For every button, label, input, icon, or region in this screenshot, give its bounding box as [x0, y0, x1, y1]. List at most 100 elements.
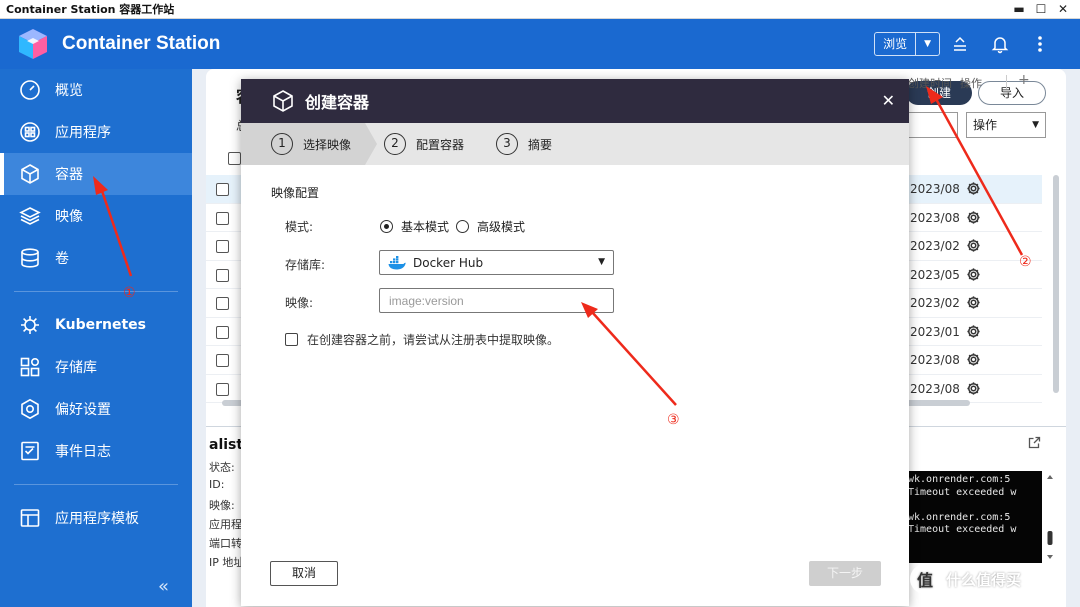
open-external-icon[interactable] — [1028, 436, 1041, 452]
sidebar-item-volumes[interactable]: 卷 — [0, 237, 192, 279]
step-select-image: 1 选择映像 — [271, 133, 351, 155]
sidebar-item-label: 卷 — [55, 251, 69, 267]
gear-icon[interactable] — [966, 267, 981, 285]
bell-icon[interactable] — [980, 34, 1020, 54]
browse-dropdown[interactable]: 浏览 ▼ — [874, 32, 940, 56]
actions-dropdown[interactable]: 操作 ▼ — [966, 112, 1046, 138]
row-created-date: 2023/02 — [910, 239, 960, 253]
close-icon[interactable]: ✕ — [882, 91, 895, 110]
radio-unselected-icon — [456, 220, 469, 233]
container-station-logo-icon — [16, 27, 50, 61]
tasks-icon[interactable] — [940, 34, 980, 54]
template-icon — [18, 506, 42, 530]
sidebar-item-event-log[interactable]: 事件日志 — [0, 430, 192, 472]
sidebar-item-app-templates[interactable]: 应用程序模板 — [0, 497, 192, 539]
column-header-created[interactable]: 创建时间 — [908, 75, 952, 91]
row-created-date: 2023/02 — [910, 296, 960, 310]
collapse-sidebar-icon[interactable]: « — [158, 576, 169, 597]
step-label: 选择映像 — [303, 137, 352, 152]
minimize-button[interactable]: ▬ — [1008, 2, 1030, 16]
mode-label: 模式: — [285, 220, 314, 234]
detail-label-image: 映像: — [209, 499, 235, 512]
import-button[interactable]: 导入 — [978, 81, 1046, 105]
layers-icon — [18, 204, 42, 228]
section-title: 映像配置 — [271, 186, 320, 200]
sidebar-item-label: 偏好设置 — [55, 402, 111, 418]
dialog-title: 创建容器 — [305, 93, 370, 112]
sidebar-item-containers[interactable]: 容器 — [0, 153, 192, 195]
row-checkbox[interactable] — [216, 240, 229, 253]
app-name: Container Station — [62, 33, 221, 54]
step-label: 摘要 — [528, 137, 553, 152]
gear-icon[interactable] — [966, 295, 981, 313]
row-checkbox[interactable] — [216, 325, 229, 339]
sidebar-item-images[interactable]: 映像 — [0, 195, 192, 237]
sidebar-item-label: 存储库 — [55, 360, 97, 376]
dialog-header: 创建容器 ✕ — [241, 79, 909, 123]
more-vertical-icon[interactable] — [1020, 34, 1060, 54]
cube-icon — [271, 89, 295, 113]
sidebar-item-label: 应用程序 — [55, 125, 111, 141]
row-checkbox[interactable] — [216, 297, 229, 310]
actions-label: 操作 — [973, 118, 998, 132]
gear-icon[interactable] — [966, 181, 981, 199]
apps-icon — [18, 120, 42, 144]
select-all-checkbox[interactable] — [228, 152, 241, 165]
docker-icon — [388, 255, 406, 270]
row-created-date: 2023/08 — [910, 381, 960, 396]
registry-select[interactable]: Docker Hub ▼ — [379, 250, 614, 275]
mode-advanced-radio[interactable]: 高级模式 — [456, 218, 525, 235]
pull-image-checkbox[interactable]: 在创建容器之前，请尝试从注册表中提取映像。 — [285, 331, 559, 348]
sidebar-item-label: Kubernetes — [55, 317, 146, 333]
row-created-date: 2023/08 — [910, 182, 960, 196]
add-column-button[interactable]: + — [1018, 72, 1030, 88]
radio-label: 基本模式 — [401, 220, 450, 234]
watermark-text: 什么值得买 — [946, 570, 1022, 589]
row-checkbox[interactable] — [216, 268, 229, 282]
row-checkbox[interactable] — [216, 183, 229, 196]
sidebar-item-registry[interactable]: 存储库 — [0, 346, 192, 388]
sidebar-item-kubernetes[interactable]: Kubernetes — [0, 304, 192, 346]
table-vertical-scrollbar[interactable] — [1053, 175, 1059, 393]
next-button[interactable]: 下一步 — [809, 561, 881, 586]
gear-icon[interactable] — [966, 238, 981, 256]
gear-icon[interactable] — [966, 381, 981, 399]
radio-label: 高级模式 — [477, 220, 526, 234]
gear-icon[interactable] — [966, 210, 981, 228]
step-number: 3 — [496, 133, 518, 155]
close-window-button[interactable]: ✕ — [1052, 2, 1074, 16]
row-checkbox[interactable] — [216, 382, 229, 396]
gear-icon[interactable] — [966, 352, 981, 370]
sidebar-item-label: 事件日志 — [55, 444, 111, 460]
detail-label-port: 端口转 — [209, 537, 242, 550]
console-output: wk.onrender.com:5 Timeout exceeded w wk.… — [906, 471, 1042, 563]
column-divider — [1006, 75, 1007, 89]
sidebar-item-label: 映像 — [55, 209, 83, 225]
image-input[interactable] — [379, 288, 614, 313]
mode-basic-radio[interactable]: 基本模式 — [380, 218, 449, 235]
checkbox-label: 在创建容器之前，请尝试从注册表中提取映像。 — [307, 333, 560, 347]
watermark-logo: 值 — [910, 564, 940, 594]
step-configure-container: 2 配置容器 — [384, 133, 464, 155]
checkbox-unchecked-icon — [285, 333, 298, 346]
database-icon — [18, 246, 42, 270]
sidebar-item-preferences[interactable]: 偏好设置 — [0, 388, 192, 430]
maximize-button[interactable]: ☐ — [1030, 2, 1052, 16]
registry-value: Docker Hub — [413, 255, 484, 270]
row-checkbox[interactable] — [216, 211, 229, 225]
step-label: 配置容器 — [416, 137, 465, 152]
cancel-button[interactable]: 取消 — [270, 561, 338, 586]
annotation-label-3: ③ — [667, 412, 680, 428]
annotation-label-2: ② — [1019, 254, 1032, 270]
registry-icon — [18, 355, 42, 379]
chevron-down-icon: ▼ — [1032, 120, 1039, 130]
row-checkbox[interactable] — [216, 354, 229, 367]
console-scrollbar[interactable] — [1046, 475, 1054, 561]
sidebar-item-overview[interactable]: 概览 — [0, 69, 192, 111]
cube-icon — [18, 162, 42, 186]
sidebar-divider — [14, 484, 178, 485]
detail-label-app: 应用程 — [209, 518, 242, 531]
sidebar-item-label: 概览 — [55, 83, 83, 99]
gear-icon[interactable] — [966, 324, 981, 342]
sidebar-item-apps[interactable]: 应用程序 — [0, 111, 192, 153]
